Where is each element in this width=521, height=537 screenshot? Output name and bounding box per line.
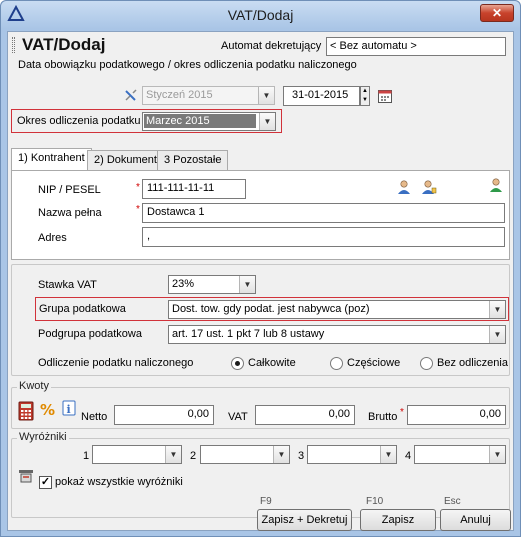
radio-calkowite[interactable] (231, 357, 244, 370)
brutto-label: Brutto (368, 411, 398, 423)
tax-date-section-label: Data obowiązku podatkowego / okres odlic… (18, 59, 357, 71)
esc-key-label: Esc (444, 496, 461, 507)
brutto-value: 0,00 (479, 408, 501, 420)
wyrozniki-title: Wyróżniki (17, 431, 69, 443)
required-mark: * (136, 204, 140, 215)
date-spinner[interactable]: ▲ ▼ (360, 86, 370, 106)
dialog-body: VAT/Dodaj Automat dekretujący < Bez auto… (7, 31, 514, 531)
period-select[interactable]: Styczeń 2015 ▼ (142, 86, 275, 105)
chevron-down-icon[interactable]: ▼ (165, 446, 181, 463)
save-decree-button[interactable]: Zapisz + Dekretuj (257, 509, 352, 531)
close-button[interactable]: ✕ (480, 4, 514, 22)
tab-dokument[interactable]: 2) Dokument (87, 150, 164, 170)
info-icon[interactable]: i (61, 400, 77, 416)
chevron-down-icon[interactable]: ▼ (239, 276, 255, 293)
grip-handle[interactable] (12, 37, 15, 53)
automat-value: < Bez automatu > (330, 40, 417, 52)
calendar-icon[interactable] (377, 88, 393, 104)
f9-key-label: F9 (260, 496, 272, 507)
wyroznik-2-label: 2 (190, 450, 197, 462)
address-value: , (147, 230, 151, 242)
chevron-down-icon[interactable]: ▼ (489, 446, 505, 463)
radio-bez-odliczenia-label: Bez odliczenia (437, 357, 508, 369)
wyroznik-3-label: 3 (298, 450, 305, 462)
show-all-label: pokaż wszystkie wyróżniki (55, 476, 183, 488)
chevron-down-icon[interactable]: ▼ (489, 301, 505, 318)
period-value: Styczeń 2015 (146, 89, 213, 101)
address-label: Adres (38, 232, 67, 244)
okres-value: Marzec 2015 (144, 114, 256, 128)
svg-text:%: % (40, 401, 55, 417)
tab-bar: 1) Kontrahent 2) Dokument 3 Pozostałe (11, 148, 241, 170)
radio-czesciowe-label: Częściowe (347, 357, 401, 369)
tab-kontrahent[interactable]: 1) Kontrahent (11, 148, 92, 170)
odliczenie-label: Odliczenie podatku naliczonego (38, 357, 194, 369)
kwoty-title: Kwoty (17, 380, 51, 392)
save-button[interactable]: Zapisz (360, 509, 436, 531)
required-mark: * (400, 407, 404, 418)
tab-pozostale[interactable]: 3 Pozostałe (157, 150, 229, 170)
grupa-value: Dost. tow. gdy podat. jest nabywca (poz) (172, 303, 370, 315)
required-mark: * (136, 182, 140, 193)
contractor-add-icon[interactable] (488, 177, 504, 193)
calculator-icon[interactable] (18, 401, 34, 421)
window-title: VAT/Dodaj (227, 7, 294, 23)
contractor-edit-icon[interactable] (421, 179, 437, 195)
okres-select[interactable]: Marzec 2015 ▼ (142, 112, 276, 131)
title-bar[interactable]: VAT/Dodaj ✕ (1, 1, 520, 29)
vat-input[interactable]: 0,00 (255, 405, 355, 425)
chevron-down-icon[interactable]: ▼ (259, 113, 275, 130)
nip-value: 111-111-11-11 (147, 182, 215, 194)
f10-key-label: F10 (366, 496, 384, 507)
vat-add-window: VAT/Dodaj ✕ VAT/Dodaj Automat dekretując… (0, 0, 521, 537)
podgrupa-value: art. 17 ust. 1 pkt 7 lub 8 ustawy (172, 328, 325, 340)
okres-label: Okres odliczenia podatku (17, 115, 141, 127)
netto-label: Netto (81, 411, 108, 423)
netto-input[interactable]: 0,00 (114, 405, 214, 425)
wyroznik-4-label: 4 (405, 450, 412, 462)
nip-label: NIP / PESEL (38, 184, 101, 196)
date-input[interactable]: 31-01-2015 (283, 86, 360, 106)
page-title: VAT/Dodaj (22, 35, 106, 54)
grupa-label: Grupa podatkowa (39, 303, 126, 315)
grupa-select[interactable]: Dost. tow. gdy podat. jest nabywca (poz)… (168, 300, 506, 319)
stawka-select[interactable]: 23% ▼ (168, 275, 256, 294)
filter-eraser-icon[interactable] (18, 468, 34, 484)
nip-input[interactable]: 111-111-11-11 (142, 179, 246, 199)
automat-select[interactable]: < Bez automatu > (326, 37, 506, 56)
svg-text:i: i (67, 403, 71, 416)
vat-label: VAT (228, 411, 248, 423)
chevron-down-icon[interactable]: ▼ (258, 87, 274, 104)
contractor-lookup-icon[interactable] (396, 179, 412, 195)
podgrupa-label: Podgrupa podatkowa (38, 328, 142, 340)
stawka-label: Stawka VAT (38, 279, 97, 291)
radio-calkowite-label: Całkowite (248, 357, 296, 369)
name-input[interactable]: Dostawca 1 (142, 203, 505, 223)
clear-date-icon[interactable] (123, 88, 139, 104)
cancel-button[interactable]: Anuluj (440, 509, 511, 531)
netto-value: 0,00 (187, 408, 209, 420)
radio-bez-odliczenia[interactable] (420, 357, 433, 370)
wyroznik-4-select[interactable]: ▼ (414, 445, 506, 464)
name-value: Dostawca 1 (147, 206, 205, 218)
chevron-down-icon[interactable]: ▼ (489, 326, 505, 343)
stawka-value: 23% (172, 278, 195, 290)
radio-czesciowe[interactable] (330, 357, 343, 370)
automat-label: Automat dekretujący (221, 40, 322, 52)
vat-value: 0,00 (328, 408, 350, 420)
chevron-down-icon[interactable]: ▼ (273, 446, 289, 463)
name-label: Nazwa pełna (38, 207, 102, 219)
chevron-down-icon[interactable]: ▼ (380, 446, 396, 463)
podgrupa-select[interactable]: art. 17 ust. 1 pkt 7 lub 8 ustawy ▼ (168, 325, 506, 344)
wyroznik-2-select[interactable]: ▼ (200, 445, 290, 464)
wyroznik-3-select[interactable]: ▼ (307, 445, 397, 464)
show-all-checkbox[interactable]: ✓ (39, 476, 52, 489)
wyroznik-1-select[interactable]: ▼ (92, 445, 182, 464)
date-value: 31-01-2015 (292, 89, 349, 101)
percent-icon[interactable]: % (39, 401, 55, 417)
address-input[interactable]: , (142, 227, 505, 247)
brutto-input[interactable]: 0,00 (407, 405, 506, 425)
wyroznik-1-label: 1 (83, 450, 90, 462)
